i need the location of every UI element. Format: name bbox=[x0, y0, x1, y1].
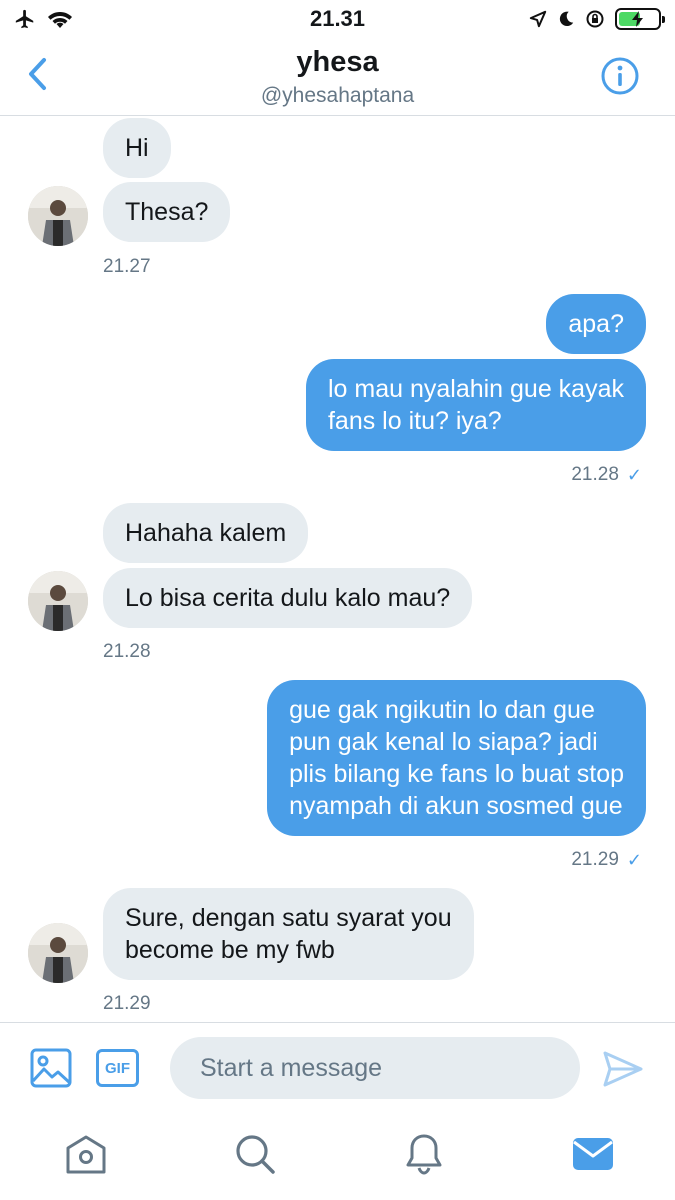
timestamp-text: 21.28 bbox=[571, 464, 619, 485]
send-icon[interactable] bbox=[602, 1049, 644, 1089]
message-timestamp: 21.29 bbox=[103, 993, 151, 1014]
messages-icon[interactable] bbox=[571, 1132, 615, 1176]
conversation-handle[interactable]: @yhesahaptana bbox=[0, 84, 675, 108]
search-icon[interactable] bbox=[233, 1132, 277, 1176]
avatar[interactable] bbox=[28, 923, 88, 983]
image-icon[interactable] bbox=[30, 1047, 72, 1089]
message-bubble-incoming[interactable]: Hahaha kalem bbox=[103, 503, 309, 563]
sent-check-icon: ✓ bbox=[626, 849, 642, 870]
message-timestamp: 21.27 bbox=[103, 256, 151, 277]
avatar[interactable] bbox=[28, 186, 88, 246]
message-timestamp: 21.28 ✓ bbox=[571, 464, 642, 486]
location-icon bbox=[529, 10, 547, 28]
notifications-icon[interactable] bbox=[402, 1132, 446, 1176]
home-icon[interactable] bbox=[64, 1132, 108, 1176]
timestamp-text: 21.29 bbox=[571, 849, 619, 870]
info-icon[interactable] bbox=[600, 56, 640, 96]
moon-icon bbox=[559, 11, 574, 27]
gif-button[interactable]: GIF bbox=[96, 1049, 139, 1087]
message-bubble-incoming[interactable]: Thesa? bbox=[103, 182, 231, 242]
status-bar: 21.31 bbox=[0, 0, 675, 38]
message-bubble-outgoing[interactable]: lo mau nyalahin gue kayak fans lo itu? i… bbox=[305, 359, 646, 451]
tab-bar bbox=[0, 1114, 675, 1200]
conversation-name[interactable]: yhesa bbox=[0, 46, 675, 79]
status-right bbox=[529, 8, 665, 30]
message-bubble-incoming[interactable]: Lo bisa cerita dulu kalo mau? bbox=[103, 568, 473, 628]
message-timestamp: 21.29 ✓ bbox=[571, 849, 642, 871]
message-bubble-outgoing[interactable]: gue gak ngikutin lo dan gue pun gak kena… bbox=[267, 680, 646, 836]
battery-charging-icon bbox=[615, 8, 665, 30]
conversation-header: yhesa @yhesahaptana bbox=[0, 38, 675, 116]
sent-check-icon: ✓ bbox=[626, 464, 642, 485]
message-bubble-outgoing[interactable]: apa? bbox=[546, 294, 646, 354]
message-composer: GIF bbox=[0, 1022, 675, 1114]
avatar[interactable] bbox=[28, 571, 88, 631]
message-timestamp: 21.28 bbox=[103, 641, 151, 662]
orientation-lock-icon bbox=[586, 10, 604, 28]
message-bubble-incoming[interactable]: Hi bbox=[103, 118, 171, 178]
message-input[interactable] bbox=[170, 1037, 580, 1099]
message-bubble-incoming[interactable]: Sure, dengan satu syarat you become be m… bbox=[103, 888, 474, 980]
